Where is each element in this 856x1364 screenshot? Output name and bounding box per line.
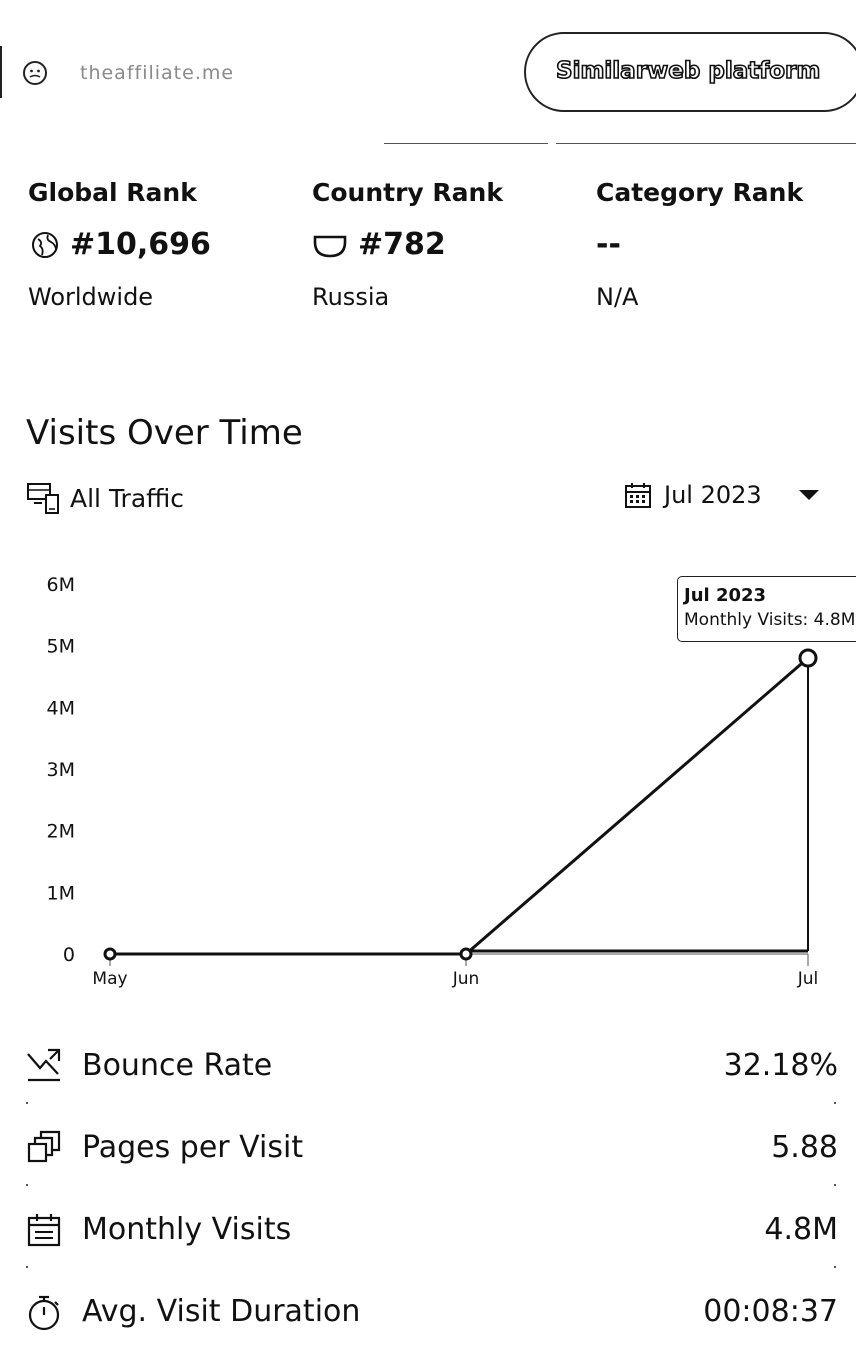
country-rank-title: Country Rank xyxy=(312,178,503,207)
y-tick-label: 6M xyxy=(47,574,75,596)
country-rank-value: #782 xyxy=(312,227,446,262)
chart-tooltip: Jul 2023 Monthly Visits: 4.8M xyxy=(677,576,856,642)
y-tick-label: 0 xyxy=(63,944,75,966)
global-rank-scope: Worldwide xyxy=(28,283,154,311)
y-tick-label: 4M xyxy=(47,697,75,719)
category-rank-value: -- xyxy=(596,227,621,262)
calendar-icon xyxy=(27,1214,61,1247)
divider xyxy=(26,1184,28,1186)
metric-label: Pages per Visit xyxy=(82,1130,304,1165)
x-tick-label: Jun xyxy=(452,969,480,989)
tooltip-title: Jul 2023 xyxy=(684,585,767,606)
divider xyxy=(26,1266,28,1268)
divider xyxy=(384,143,548,144)
global-rank-value: #10,696 xyxy=(30,227,211,262)
series-line xyxy=(110,656,809,956)
devices-icon xyxy=(27,483,59,514)
y-tick-label: 2M xyxy=(47,821,75,843)
metric-row-monthly-visits: Monthly Visits 4.8M xyxy=(26,1200,838,1260)
metric-row-bounce-rate: Bounce Rate 32.18% xyxy=(26,1036,838,1096)
global-rank-number: #10,696 xyxy=(70,227,211,262)
country-rank-scope: Russia xyxy=(312,283,390,311)
metric-label: Monthly Visits xyxy=(82,1212,292,1247)
site-name: theaffiliate.me xyxy=(80,62,235,84)
bounce-rate-icon xyxy=(27,1048,61,1082)
chevron-down-icon xyxy=(798,490,819,500)
metric-row-pages-per-visit: Pages per Visit 5.88 xyxy=(26,1118,838,1178)
category-rank-title: Category Rank xyxy=(596,178,804,207)
y-tick-label: 3M xyxy=(47,759,75,781)
calendar-icon xyxy=(625,483,651,508)
divider xyxy=(556,143,856,144)
category-rank-scope: N/A xyxy=(596,283,639,311)
stopwatch-icon xyxy=(28,1295,60,1331)
pages-icon xyxy=(27,1130,61,1163)
platform-button-label: Similarweb platform xyxy=(555,57,821,85)
data-point[interactable] xyxy=(103,947,117,961)
metric-row-avg-visit-duration: Avg. Visit Duration 00:08:37 xyxy=(26,1282,838,1342)
tooltip-value: Monthly Visits: 4.8M xyxy=(684,610,856,630)
traffic-source-label: All Traffic xyxy=(70,483,185,513)
divider xyxy=(834,1102,836,1104)
metric-value: 4.8M xyxy=(764,1212,838,1247)
divider xyxy=(26,1102,28,1104)
y-tick-label: 5M xyxy=(47,636,75,658)
site-favicon-icon xyxy=(23,61,47,85)
date-range-dropdown[interactable]: Jul 2023 xyxy=(624,481,820,509)
metric-label: Avg. Visit Duration xyxy=(82,1294,361,1329)
global-rank-title: Global Rank xyxy=(28,178,197,207)
traffic-source-selector[interactable]: All Traffic xyxy=(26,481,184,515)
divider xyxy=(0,46,2,98)
metric-label: Bounce Rate xyxy=(82,1048,273,1083)
flag-icon xyxy=(313,235,347,257)
category-rank-number: -- xyxy=(596,227,621,262)
metric-value: 5.88 xyxy=(771,1130,838,1165)
similarweb-platform-button[interactable]: Similarweb platform xyxy=(524,32,856,112)
metric-value: 32.18% xyxy=(723,1048,838,1083)
data-point[interactable] xyxy=(798,648,818,668)
x-tick-label: Jul xyxy=(797,969,819,989)
divider xyxy=(834,1184,836,1186)
data-point[interactable] xyxy=(459,947,473,961)
x-tick-label: May xyxy=(92,969,127,989)
country-rank-number: #782 xyxy=(358,227,446,262)
date-range-label: Jul 2023 xyxy=(664,481,762,509)
visits-over-time-title: Visits Over Time xyxy=(26,413,303,453)
metric-value: 00:08:37 xyxy=(703,1294,838,1329)
y-tick-label: 1M xyxy=(47,882,75,904)
globe-icon xyxy=(32,231,58,258)
divider xyxy=(834,1266,836,1268)
